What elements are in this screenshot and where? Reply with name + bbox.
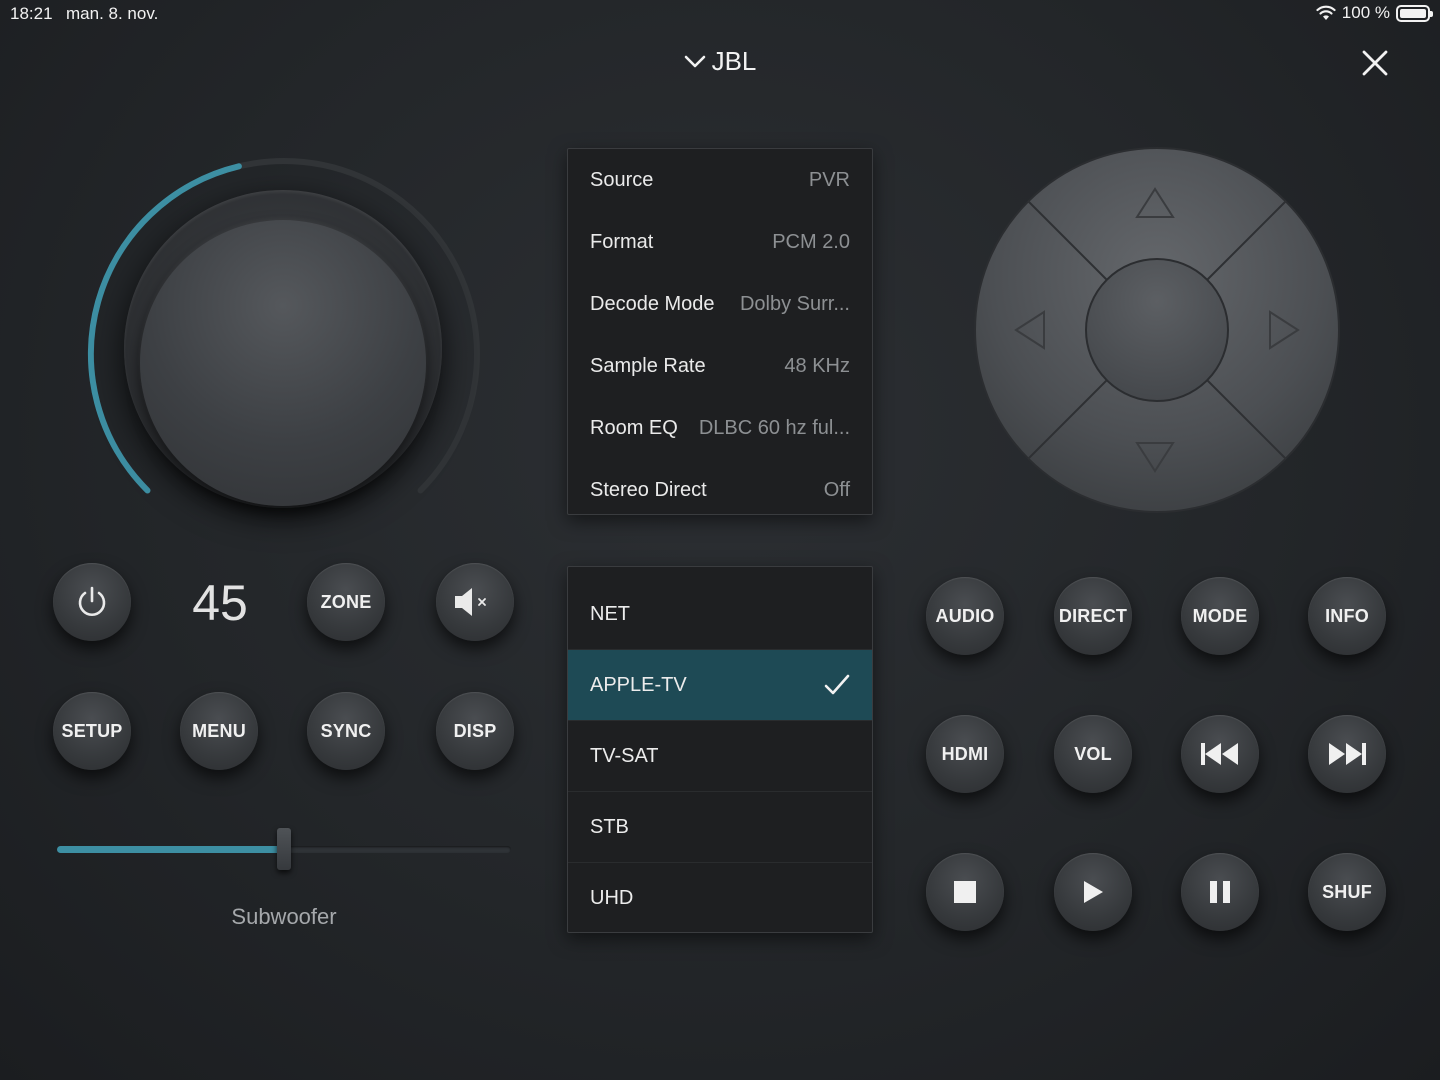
info-row-stereo-direct: Stereo Direct Off (590, 459, 850, 521)
info-value: DLBC 60 hz ful... (698, 416, 850, 439)
direction-pad (974, 147, 1340, 513)
source-label: NET (590, 602, 630, 625)
volume-value: 45 (192, 575, 248, 631)
mute-icon (455, 588, 486, 616)
device-selector[interactable]: JBL (0, 46, 1440, 77)
battery-percent: 100 % (1341, 3, 1390, 22)
power-icon (78, 586, 106, 616)
mode-button[interactable]: MODE (1181, 577, 1259, 655)
dpad-ok-button[interactable] (1085, 258, 1229, 402)
menu-button[interactable]: MENU (180, 692, 258, 770)
zone-button[interactable]: ZONE (307, 563, 385, 641)
status-time: 18:21 (10, 4, 53, 23)
info-row-sample-rate: Sample Rate 48 KHz (590, 335, 850, 397)
stop-icon (954, 881, 976, 903)
subwoofer-slider-fill (57, 846, 284, 853)
info-value: Off (823, 478, 850, 501)
checkmark-icon (824, 674, 850, 695)
info-row-room-eq: Room EQ DLBC 60 hz ful... (590, 397, 850, 459)
hdmi-button[interactable]: HDMI (926, 715, 1004, 793)
stop-button[interactable] (926, 853, 1004, 931)
subwoofer-slider-thumb[interactable] (277, 828, 291, 870)
source-item-net[interactable]: NET (568, 579, 872, 650)
info-value: 48 KHz (784, 354, 850, 377)
disp-button[interactable]: DISP (436, 692, 514, 770)
info-button[interactable]: INFO (1308, 577, 1386, 655)
info-value: PVR (808, 168, 850, 191)
source-label: STB (590, 815, 629, 838)
close-icon (1362, 50, 1388, 76)
battery-icon (1396, 4, 1433, 22)
next-icon (1329, 743, 1366, 765)
subwoofer-label: Subwoofer (231, 904, 337, 929)
info-label: Stereo Direct (590, 478, 707, 501)
sync-button[interactable]: SYNC (307, 692, 385, 770)
status-date: man. 8. nov. (66, 4, 159, 23)
previous-button[interactable] (1181, 715, 1259, 793)
source-item-apple-tv[interactable]: APPLE-TV (568, 650, 872, 721)
status-info-panel: Source PVR Format PCM 2.0 Decode Mode Do… (567, 148, 873, 515)
play-icon (1084, 881, 1103, 903)
direct-button[interactable]: DIRECT (1054, 577, 1132, 655)
chevron-down-icon (684, 55, 705, 67)
source-label: TV-SAT (590, 744, 659, 767)
info-row-decode-mode: Decode Mode Dolby Surr... (590, 273, 850, 335)
info-row-source: Source PVR (590, 149, 850, 211)
source-label: APPLE-TV (590, 673, 687, 696)
source-list: NET APPLE-TV TV-SAT STB UHD (567, 566, 873, 933)
info-value: PCM 2.0 (772, 230, 850, 253)
info-value: Dolby Surr... (739, 292, 850, 315)
status-indicators: 100 % (1316, 3, 1433, 23)
close-button[interactable] (1358, 46, 1392, 80)
play-button[interactable] (1054, 853, 1132, 931)
source-item-tv-sat[interactable]: TV-SAT (568, 721, 872, 792)
previous-icon (1201, 743, 1238, 765)
info-label: Sample Rate (590, 354, 706, 377)
info-label: Decode Mode (590, 292, 715, 315)
source-item-stb[interactable]: STB (568, 792, 872, 863)
wifi-icon (1316, 5, 1336, 20)
next-button[interactable] (1308, 715, 1386, 793)
device-title: JBL (711, 46, 757, 76)
info-row-format: Format PCM 2.0 (590, 211, 850, 273)
mute-button[interactable] (436, 563, 514, 641)
shuffle-button[interactable]: SHUF (1308, 853, 1386, 931)
pause-icon (1210, 881, 1230, 903)
power-button[interactable] (53, 563, 131, 641)
volume-knob[interactable] (140, 220, 426, 506)
source-item-uhd[interactable]: UHD (568, 863, 872, 932)
info-label: Source (590, 168, 654, 191)
source-label: UHD (590, 887, 634, 909)
vol-button[interactable]: VOL (1054, 715, 1132, 793)
audio-button[interactable]: AUDIO (926, 577, 1004, 655)
info-label: Format (590, 230, 654, 253)
pause-button[interactable] (1181, 853, 1259, 931)
setup-button[interactable]: SETUP (53, 692, 131, 770)
info-label: Room EQ (590, 416, 678, 439)
